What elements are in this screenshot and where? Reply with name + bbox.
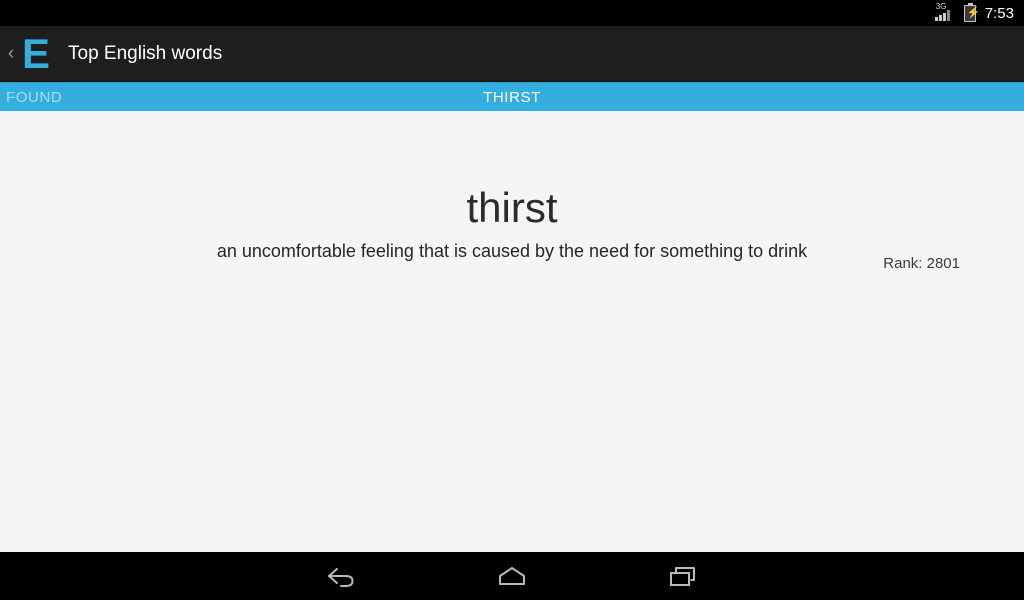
word-block: thirst an uncomfortable feeling that is … bbox=[0, 183, 1024, 263]
app-logo-icon[interactable]: E bbox=[22, 32, 50, 75]
nav-back-button[interactable] bbox=[310, 556, 370, 596]
word-detail-content: Rank: 2801 thirst an uncomfortable feeli… bbox=[0, 111, 1024, 552]
word-headline: thirst bbox=[466, 184, 558, 231]
recents-icon bbox=[667, 563, 701, 589]
signal-bars bbox=[934, 10, 950, 21]
navigation-bar bbox=[0, 552, 1024, 600]
battery-charging-icon: ⚡ bbox=[963, 2, 981, 22]
back-chevron-icon[interactable]: ‹ bbox=[2, 44, 20, 63]
status-bar: 3G ⚡ 7:53 bbox=[0, 0, 1024, 26]
word-definition: an uncomfortable feeling that is caused … bbox=[216, 241, 808, 261]
tab-found[interactable]: FOUND bbox=[6, 83, 62, 111]
status-icons: 3G ⚡ 7:53 bbox=[934, 2, 1014, 22]
signal-bars-icon: 3G bbox=[934, 3, 957, 22]
tab-strip: FOUND THIRST bbox=[0, 82, 1024, 111]
nav-recents-button[interactable] bbox=[654, 556, 714, 596]
status-clock: 7:53 bbox=[984, 4, 1014, 22]
back-icon bbox=[323, 563, 357, 589]
bolt-glyph: ⚡ bbox=[966, 6, 981, 19]
nav-home-button[interactable] bbox=[482, 556, 542, 596]
home-icon bbox=[495, 563, 529, 589]
android-screen: 3G ⚡ 7:53 ‹ E Top English words FOUND TH… bbox=[0, 0, 1024, 600]
tab-current-word: THIRST bbox=[483, 88, 541, 106]
action-bar: ‹ E Top English words bbox=[0, 26, 1024, 82]
page-title: Top English words bbox=[68, 43, 223, 64]
